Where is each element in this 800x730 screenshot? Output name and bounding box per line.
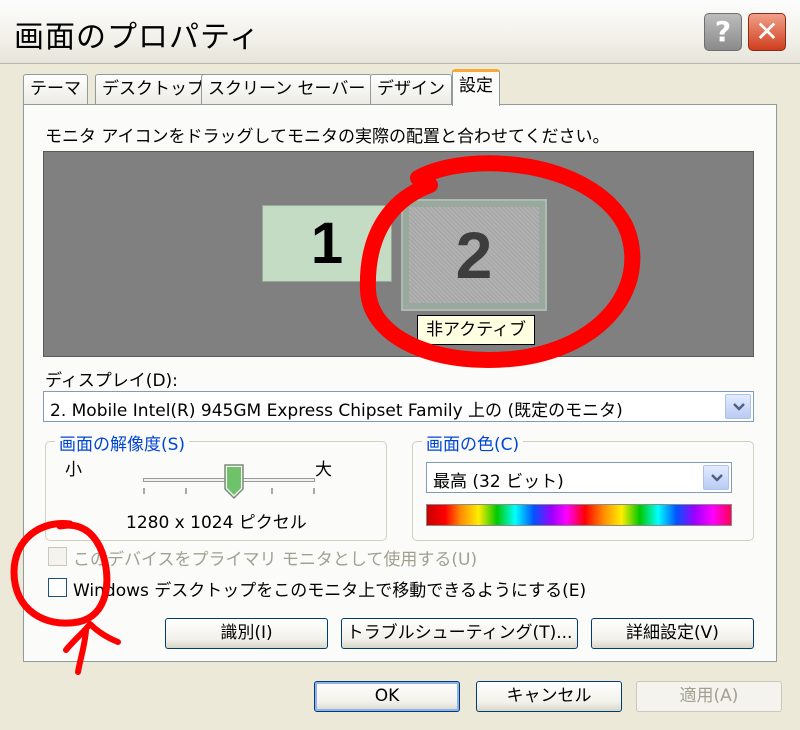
resolution-value: 1280 x 1024 ピクセル: [126, 513, 307, 533]
identify-button[interactable]: 識別(I): [165, 618, 328, 649]
tab-theme[interactable]: テーマ: [23, 74, 88, 104]
window-title: 画面のプロパティ: [14, 20, 261, 55]
close-button[interactable]: ✕: [748, 13, 786, 51]
color-quality-legend: 画面の色(C): [422, 430, 524, 455]
ok-button[interactable]: OK: [314, 681, 460, 712]
apply-button[interactable]: 適用(A): [636, 681, 782, 712]
resolution-legend: 画面の解像度(S): [55, 430, 190, 455]
advanced-settings-button[interactable]: 詳細設定(V): [591, 618, 754, 649]
extend-desktop-checkbox[interactable]: [48, 578, 67, 597]
monitor-1-icon[interactable]: 1: [262, 205, 392, 282]
cancel-button[interactable]: キャンセル: [476, 681, 622, 712]
display-select[interactable]: 2. Mobile Intel(R) 945GM Express Chipset…: [43, 391, 754, 422]
monitor-2-icon[interactable]: 2: [401, 199, 547, 311]
monitor-2-number: 2: [409, 207, 539, 303]
tab-settings[interactable]: 設定: [452, 69, 500, 106]
color-quality-value: 最高 (32 ビット): [433, 472, 564, 492]
inactive-tooltip: 非アクティブ: [417, 315, 536, 345]
tab-desktop[interactable]: デスクトップ: [95, 74, 211, 104]
help-button[interactable]: ?: [704, 13, 742, 51]
display-label: ディスプレイ(D):: [45, 371, 178, 391]
tab-screensaver[interactable]: スクリーン セーバー: [201, 74, 373, 104]
resolution-max-label: 大: [315, 460, 332, 480]
primary-monitor-label: このデバイスをプライマリ モニタとして使用する(U): [73, 550, 478, 570]
color-quality-select[interactable]: 最高 (32 ビット): [426, 462, 732, 493]
chevron-down-icon[interactable]: [725, 394, 751, 419]
troubleshoot-button[interactable]: トラブルシューティング(T)...: [341, 618, 578, 649]
extend-desktop-label: Windows デスクトップをこのモニタ上で移動できるようにする(E): [73, 581, 587, 601]
tab-appearance[interactable]: デザイン: [370, 74, 452, 104]
monitor-arrangement-area: [43, 151, 754, 357]
resolution-slider-thumb[interactable]: [223, 464, 245, 500]
display-select-value: 2. Mobile Intel(R) 945GM Express Chipset…: [50, 401, 623, 421]
instruction-text: モニタ アイコンをドラッグしてモニタの実際の配置と合わせてください。: [45, 127, 610, 147]
resolution-min-label: 小: [65, 460, 82, 480]
chevron-down-icon[interactable]: [703, 465, 729, 490]
color-spectrum-bar: [426, 504, 732, 526]
primary-monitor-checkbox[interactable]: [48, 547, 67, 566]
